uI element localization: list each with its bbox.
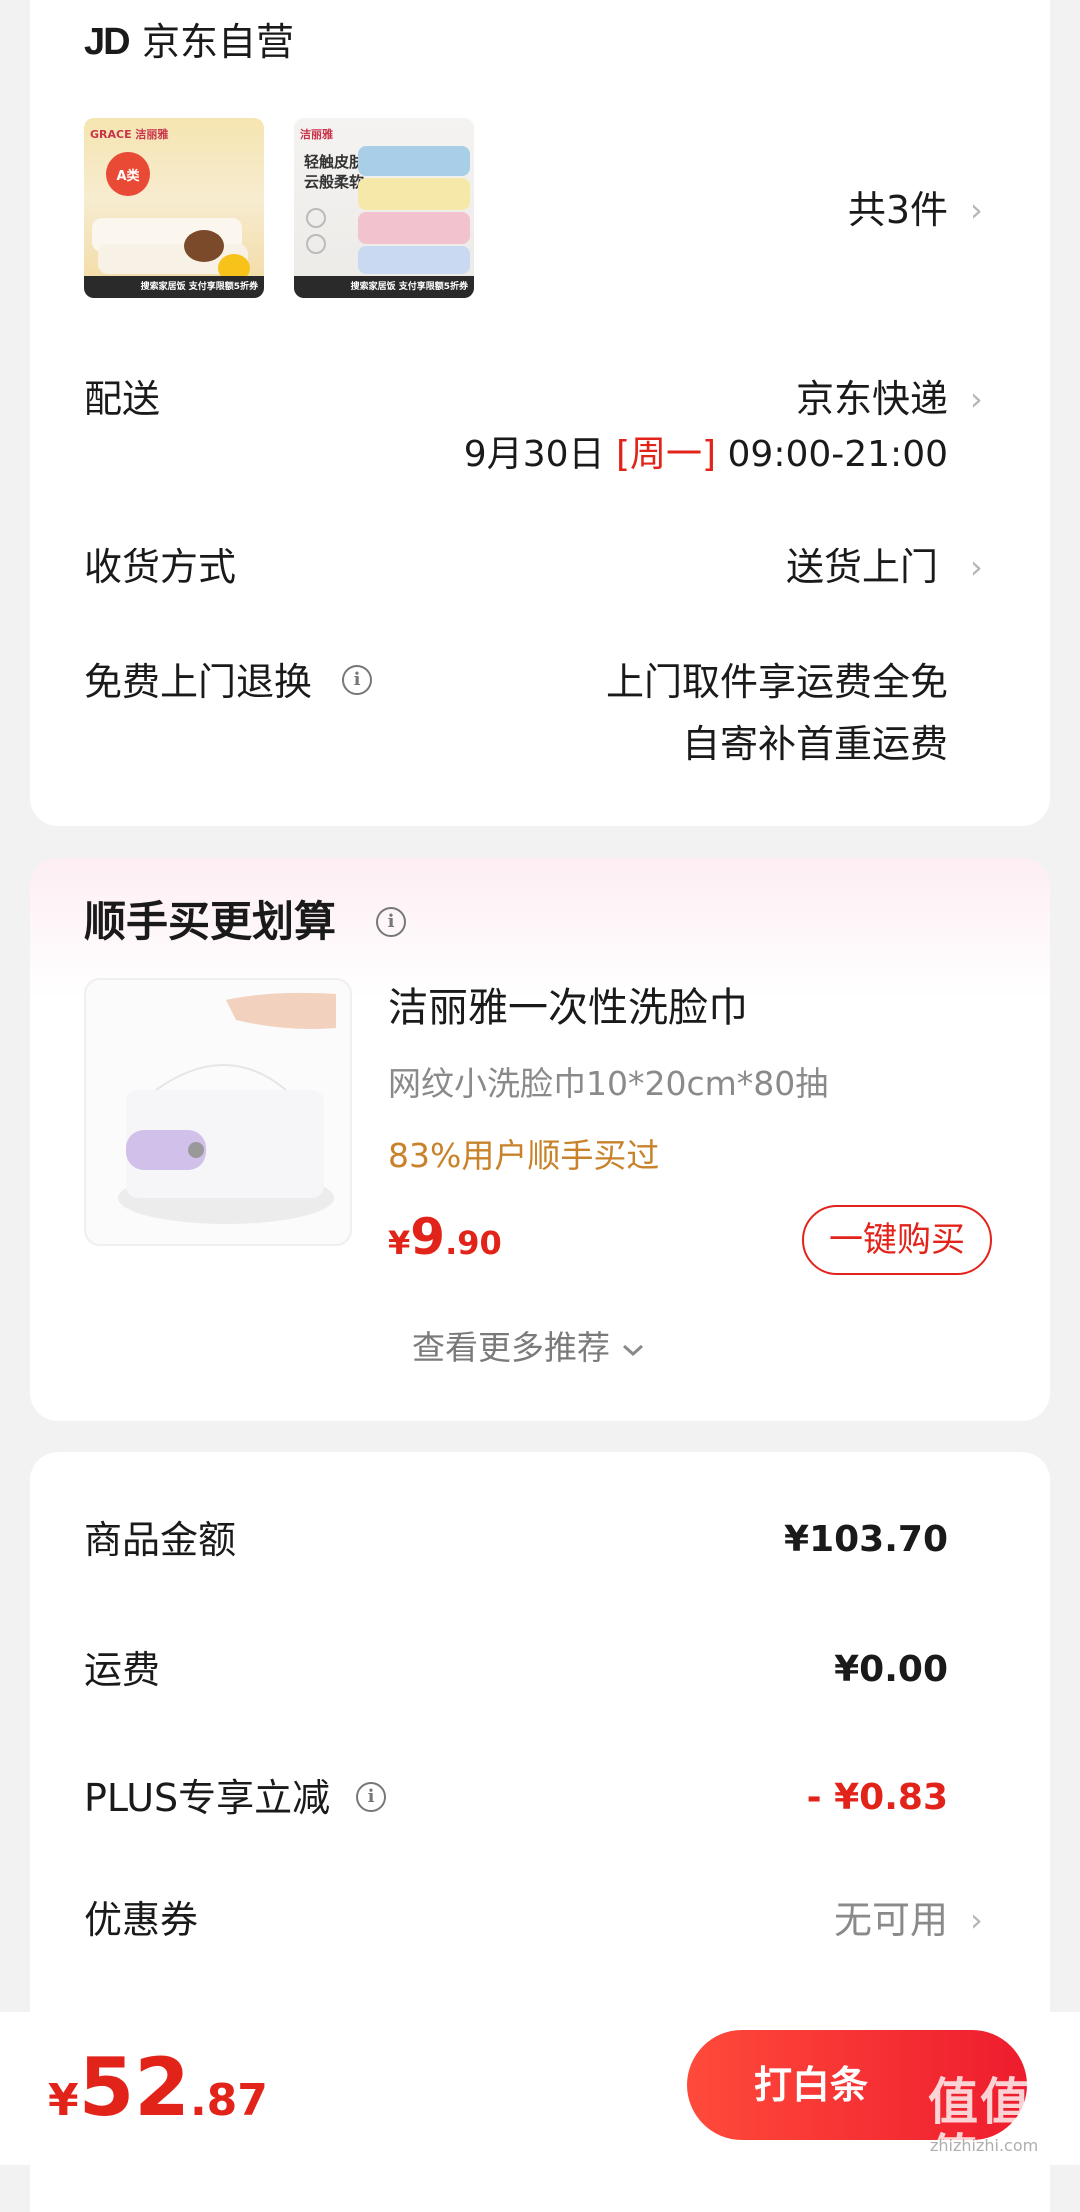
towel-stack-icon — [306, 146, 470, 274]
jd-logo-icon: JD — [84, 21, 131, 63]
chevron-right-icon[interactable]: › — [970, 543, 983, 591]
recommend-title: 顺手买更划算 — [84, 897, 337, 946]
product-thumbnail[interactable]: 洁丽雅 轻触皮肤 云般柔软 搜索家居饭 支付享限额5折券 — [294, 118, 474, 298]
promo-text: 搜索家居饭 支付享限额5折券 — [350, 282, 468, 292]
chevron-right-icon[interactable]: › — [970, 1896, 983, 1944]
plus-discount-label: PLUS专享立减 — [84, 1776, 331, 1820]
chevron-down-icon — [622, 1344, 643, 1356]
delivery-label: 配送 — [84, 377, 161, 421]
chevron-right-icon[interactable]: › — [970, 186, 983, 234]
shipping-label: 运费 — [84, 1648, 161, 1692]
face-towel-pack-icon — [118, 992, 336, 1224]
svg-text:A类: A类 — [116, 168, 140, 184]
product-thumbnail[interactable]: GRACE 洁丽雅 A类 搜索家居饭 支付享限额5折券 — [84, 118, 264, 298]
delivery-carrier[interactable]: 京东快递 — [600, 375, 948, 423]
free-return-label: 免费上门退换 — [84, 660, 313, 704]
coupon-value[interactable]: 无可用 — [640, 1896, 948, 1944]
pay-button-label: 打白条 — [753, 2063, 868, 2107]
info-icon[interactable]: i — [376, 907, 406, 937]
shipping-value: ¥0.00 — [834, 1649, 948, 1690]
total-price: ¥52.87 — [48, 2040, 268, 2136]
recommend-product-name[interactable]: 洁丽雅一次性洗脸巾 — [388, 982, 748, 1034]
coupon-label: 优惠券 — [84, 1898, 199, 1942]
price-integer: 9 — [410, 1208, 446, 1266]
goods-amount-value: ¥103.70 — [784, 1519, 948, 1560]
shop-name: 京东自营 — [142, 20, 295, 64]
total-symbol: ¥ — [48, 2075, 79, 2126]
delivery-time[interactable]: 9月30日 [周一] 09:00-21:00 — [400, 431, 948, 479]
recommend-product-spec: 网纹小洗脸巾10*20cm*80抽 — [388, 1064, 829, 1103]
goods-amount-label: 商品金额 — [84, 1518, 237, 1562]
promo-bar: 搜索家居饭 支付享限额5折券 — [84, 276, 264, 298]
recommend-price: ¥9.90 — [388, 1208, 502, 1266]
see-more-link[interactable]: 查看更多推荐 — [412, 1326, 645, 1370]
delivery-window: 09:00-21:00 — [727, 434, 948, 475]
return-line-1: 上门取件享运费全免 — [605, 660, 948, 704]
total-decimal: .87 — [189, 2075, 268, 2126]
one-click-buy-button[interactable]: 一键购买 — [802, 1205, 992, 1275]
return-line-2: 自寄补首重运费 — [681, 722, 948, 766]
price-decimal: .90 — [445, 1224, 502, 1262]
info-icon[interactable]: i — [342, 665, 372, 695]
total-integer: 52 — [78, 2041, 190, 2134]
towel-image-icon: A类 — [92, 152, 250, 282]
promo-bar: 搜索家居饭 支付享限额5折券 — [294, 276, 474, 298]
info-icon[interactable]: i — [356, 1782, 386, 1812]
chevron-right-icon[interactable]: › — [970, 375, 983, 423]
plus-discount-value: - ¥0.83 — [806, 1777, 948, 1818]
watermark-logo: 值值值 — [928, 2073, 1032, 2187]
recommend-product-image[interactable] — [84, 978, 352, 1246]
price-symbol: ¥ — [388, 1224, 411, 1262]
receive-method-label: 收货方式 — [84, 545, 237, 589]
social-proof: 83%用户顺手买过 — [388, 1136, 660, 1175]
watermark-url: zhizhizhi.com — [930, 2136, 1039, 2155]
item-count[interactable]: 共3件 — [700, 186, 948, 234]
delivery-weekday: [周一] — [615, 434, 717, 475]
promo-text: 搜索家居饭 支付享限额5折券 — [140, 282, 258, 292]
see-more-label: 查看更多推荐 — [412, 1328, 610, 1367]
receive-method-value[interactable]: 送货上门 — [640, 543, 938, 591]
delivery-date: 9月30日 — [463, 434, 605, 475]
